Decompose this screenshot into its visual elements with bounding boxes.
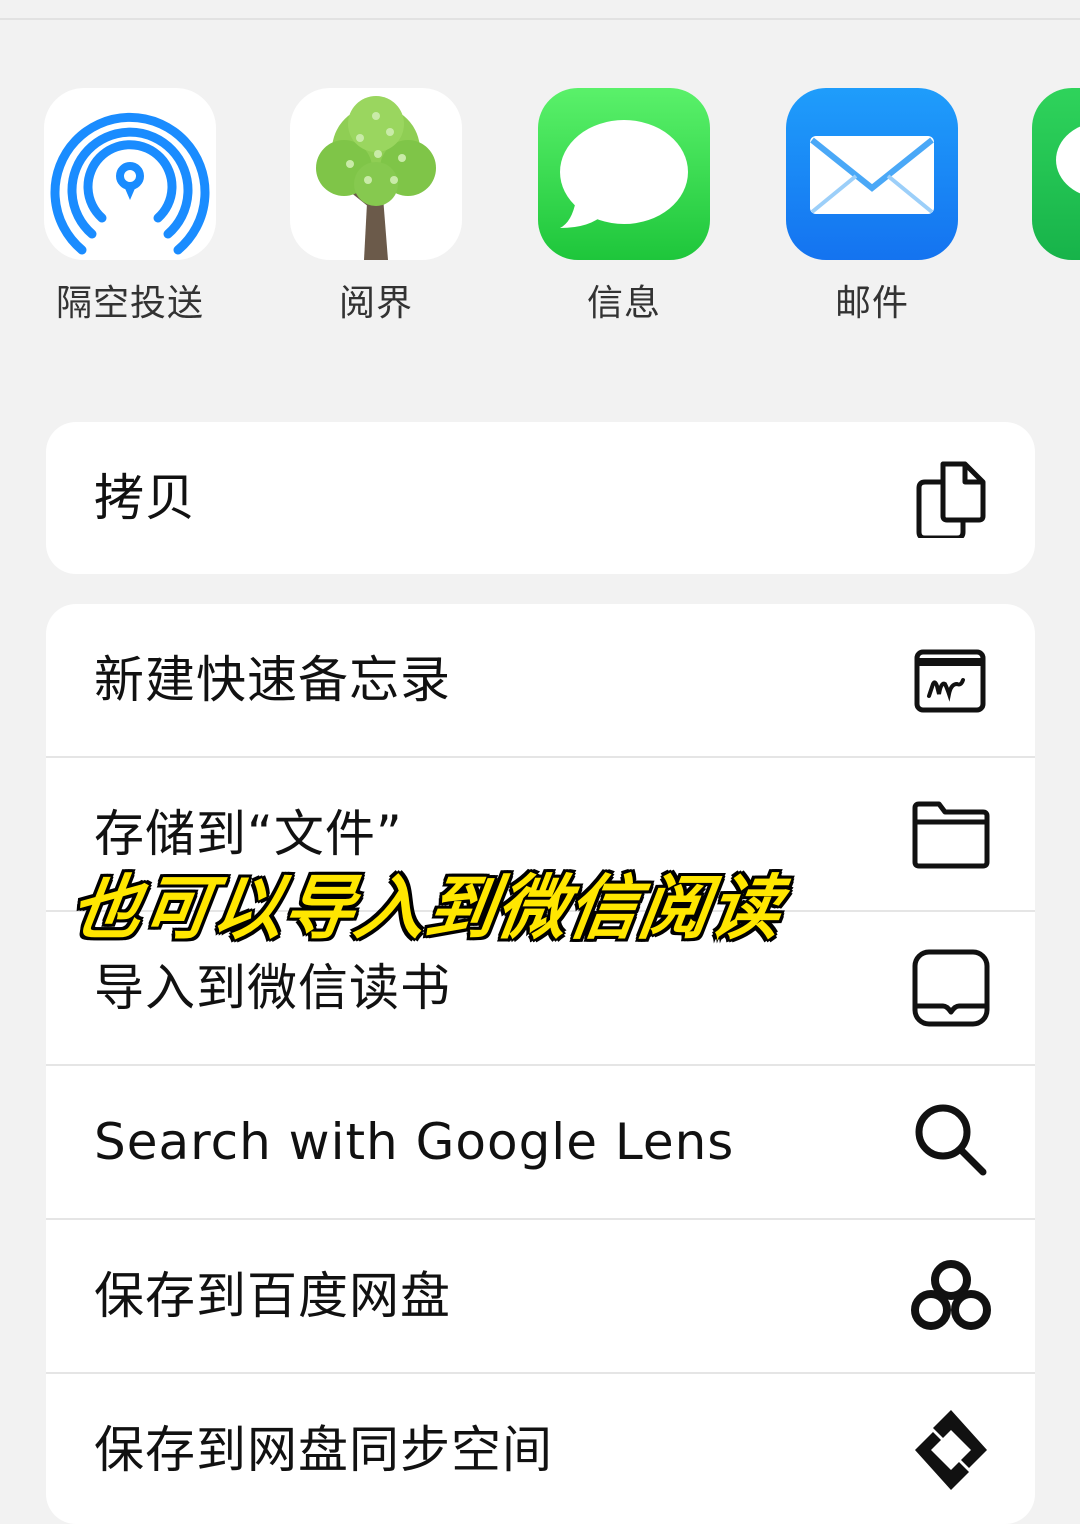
message-bubble-icon [538,88,710,260]
folder-icon [911,794,991,874]
action-label: 保存到网盘同步空间 [94,1421,553,1479]
app-label: 邮件 [834,283,909,324]
airdrop-icon [44,88,216,260]
action-netdisk-sync-space[interactable]: 保存到网盘同步空间 [46,1372,1035,1524]
baidu-cloud-icon [911,1256,991,1336]
wechat-icon [1032,88,1080,260]
action-label: Search with Google Lens [94,1113,735,1171]
app-label: 隔空投送 [55,283,204,324]
tree-icon [290,88,462,260]
app-yuejie[interactable]: 阅界 [290,88,462,326]
overlay-caption: 也可以导入到微信阅读 [65,867,787,949]
envelope-icon [786,88,958,260]
action-google-lens[interactable]: Search with Google Lens [46,1064,1035,1218]
action-quick-note[interactable]: 新建快速备忘录 [46,604,1035,756]
search-icon [911,1102,991,1182]
action-group-list: 新建快速备忘录 存储到“文件” 导入到微信读书 Search with Goog… [46,604,1035,1524]
action-label: 拷贝 [94,469,196,527]
app-wechat[interactable] [1032,88,1080,274]
app-airdrop[interactable]: 隔空投送 [44,88,216,326]
sync-space-icon [911,1410,991,1490]
app-messages[interactable]: 信息 [538,88,710,326]
app-label: 阅界 [338,283,413,324]
action-label: 保存到百度网盘 [94,1267,451,1325]
top-divider [0,18,1080,20]
copy-icon [911,458,991,541]
share-app-row[interactable]: 隔空投送 阅界 信息 邮件 [0,88,1080,328]
action-label: 新建快速备忘录 [94,651,451,709]
quick-note-icon [911,640,991,720]
action-copy[interactable]: 拷贝 [46,422,1035,574]
app-label: 信息 [586,283,661,324]
book-tray-icon [911,948,991,1028]
action-baidu-netdisk[interactable]: 保存到百度网盘 [46,1218,1035,1372]
action-group-copy: 拷贝 [46,422,1035,574]
app-mail[interactable]: 邮件 [786,88,958,326]
